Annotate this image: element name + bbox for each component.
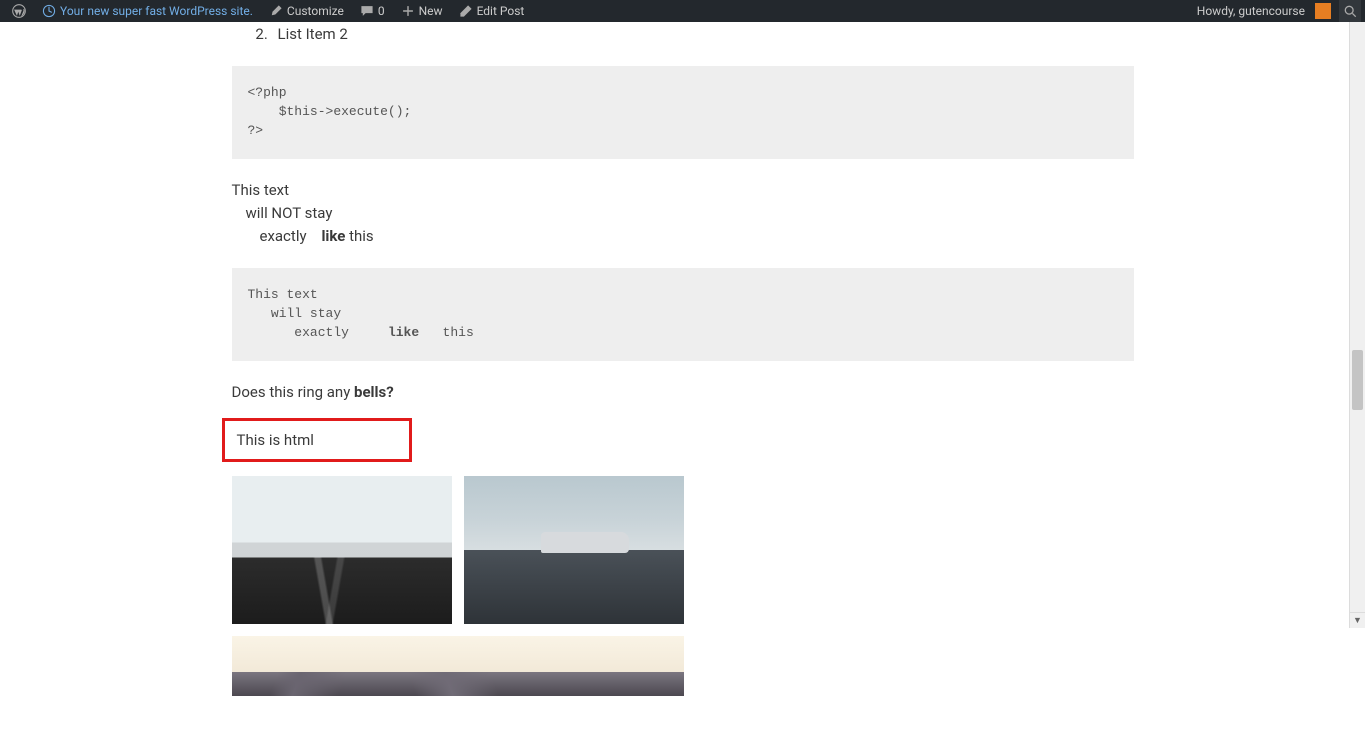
para2-pre: Does this ring any (232, 383, 355, 401)
gallery-image-mountains[interactable] (232, 636, 684, 696)
plus-icon (401, 4, 415, 18)
scroll-thumb[interactable] (1352, 350, 1363, 410)
admin-search[interactable] (1339, 0, 1361, 22)
dashboard-icon (42, 4, 56, 18)
wordpress-icon (12, 4, 26, 18)
code2-l3a: exactly (248, 325, 388, 340)
comment-icon (360, 4, 374, 18)
avatar (1315, 3, 1331, 19)
comments-count: 0 (378, 4, 385, 18)
paragraph-formatted: This text will NOT stay exactly like thi… (232, 179, 1134, 249)
customize-label: Customize (287, 4, 344, 18)
ordered-list: List Item 2 (272, 22, 1134, 46)
code2-l1: This text (248, 287, 318, 302)
gallery-image-road[interactable] (232, 476, 452, 624)
content-area: List Item 2 <?php $this->execute(); ?> T… (232, 22, 1134, 696)
admin-bar-left: Your new super fast WordPress site. Cust… (4, 0, 1189, 22)
para-line3-word3: this (345, 227, 373, 245)
scrollbar[interactable]: ▲ ▼ (1349, 0, 1365, 628)
search-icon (1344, 5, 1357, 18)
code2-l3c: this (419, 325, 474, 340)
customize-link[interactable]: Customize (261, 0, 352, 22)
gallery (232, 476, 1134, 696)
howdy-link[interactable]: Howdy, gutencourse (1189, 0, 1339, 22)
code-block-php: <?php $this->execute(); ?> (232, 66, 1134, 159)
pencil-icon (459, 4, 473, 18)
site-title-link[interactable]: Your new super fast WordPress site. (34, 0, 261, 22)
edit-post-label: Edit Post (477, 4, 525, 18)
para-line3: exactly like this (232, 225, 1134, 248)
scroll-down-icon[interactable]: ▼ (1350, 612, 1365, 628)
para-line3-word1: exactly (260, 227, 307, 245)
list-item: List Item 2 (272, 22, 1134, 46)
code2-l3b: like (388, 325, 419, 340)
para-line2: will NOT stay (232, 202, 1134, 225)
para-line1: This text (232, 179, 1134, 202)
admin-bar-right: Howdy, gutencourse (1189, 0, 1361, 22)
admin-bar: Your new super fast WordPress site. Cust… (0, 0, 1365, 22)
edit-post-link[interactable]: Edit Post (451, 0, 533, 22)
howdy-text: Howdy, gutencourse (1197, 4, 1305, 18)
brush-icon (269, 4, 283, 18)
new-link[interactable]: New (393, 0, 451, 22)
highlighted-html-block: This is html (222, 418, 412, 462)
new-label: New (419, 4, 443, 18)
code-block-pre: This text will stay exactly like this (232, 268, 1134, 361)
page: List Item 2 <?php $this->execute(); ?> T… (0, 22, 1365, 736)
site-title-text: Your new super fast WordPress site. (60, 4, 253, 18)
gallery-image-plane[interactable] (464, 476, 684, 624)
code2-l2: will stay (248, 306, 342, 321)
wp-logo[interactable] (4, 0, 34, 22)
html-text: This is html (237, 431, 397, 449)
comments-link[interactable]: 0 (352, 0, 393, 22)
para-line3-bold: like (321, 227, 345, 245)
paragraph-bells: Does this ring any bells? (232, 381, 1134, 404)
para2-bold: bells? (354, 383, 394, 401)
